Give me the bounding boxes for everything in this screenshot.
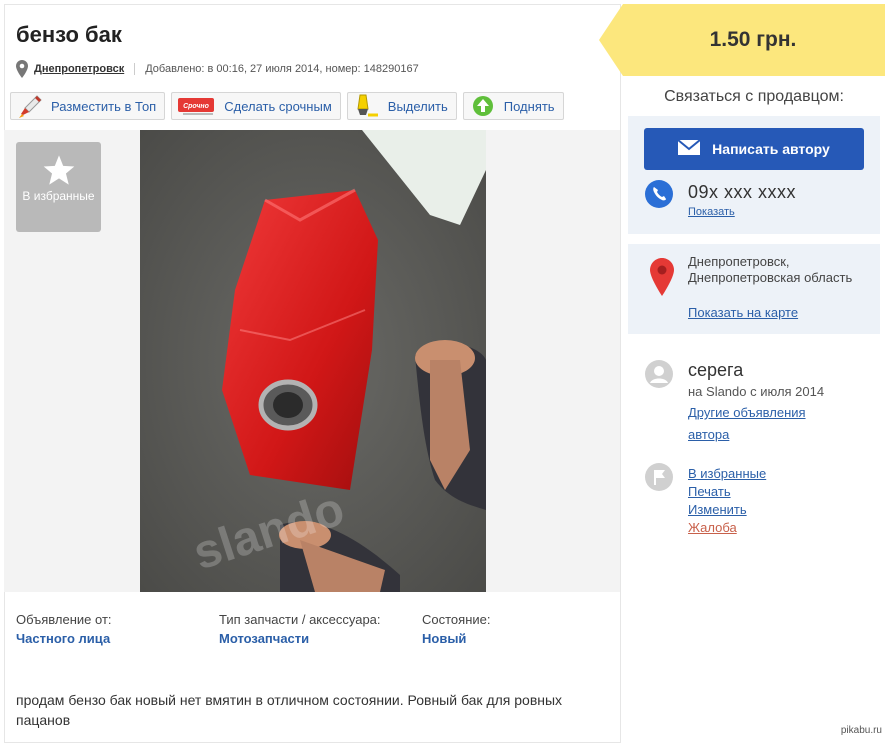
rocket-icon [15,93,45,119]
listing-title: бензо бак [16,22,122,47]
detail-value[interactable]: Мотозапчасти [219,631,422,646]
phone-icon [645,180,673,208]
raise-arrow-icon [468,93,498,119]
seller-since: на Slando с июля 2014 [688,384,825,399]
detail-value[interactable]: Частного лица [16,631,219,646]
highlight-label: Выделить [387,98,448,114]
place-top-label: Разместить в Топ [51,98,157,114]
seller-other-ads-label: Другие объявления автора [688,405,806,442]
listing-description: продам бензо бак новый нет вмятин в отли… [16,692,563,728]
price: 1.50 грн. [709,28,797,51]
message-author-label: Написать автору [712,141,830,157]
report-link[interactable]: Жалоба [688,519,766,537]
map-pin-icon [650,258,674,296]
detail-condition: Состояние: Новый [422,612,625,646]
detail-seller-type: Объявление от: Частного лица [16,612,219,646]
seller-address: Днепропетровск, Днепропетровская область [688,254,853,285]
phone-number: 09x xxx xxxx [688,182,797,202]
make-urgent-button[interactable]: Срочно Сделать срочным [171,92,341,120]
promo-toolbar: Разместить в Топ Срочно Сделать срочным … [10,92,564,120]
highlight-button[interactable]: Выделить [346,92,457,120]
seller-name: серега [688,360,744,380]
place-top-button[interactable]: Разместить в Топ [10,92,166,120]
urgent-badge-text: Срочно [183,103,210,110]
user-avatar-icon [645,360,673,388]
show-phone-link[interactable]: Показать [688,206,735,218]
divider [134,63,136,75]
contact-heading: Связаться с продавцом: [664,88,844,105]
detail-value[interactable]: Новый [422,631,625,646]
seller-other-ads-link[interactable]: Другие объявления автора [688,402,838,446]
detail-part-type: Тип запчасти / аксессуара: Мотозапчасти [219,612,422,646]
added-info: Добавлено: в 00:16, 27 июля 2014, номер:… [145,63,419,75]
envelope-icon [677,139,701,158]
flag-icon [645,463,673,491]
photo-gallery: slando В избранные [4,130,620,592]
raise-label: Поднять [503,98,555,114]
detail-label: Состояние: [422,612,491,627]
add-to-favorites-button[interactable]: В избранные [16,142,101,232]
make-urgent-label: Сделать срочным [224,98,332,114]
listing-details: Объявление от: Частного лица Тип запчаст… [16,612,625,646]
add-to-favorites-label: В избранные [22,189,95,203]
site-watermark: pikabu.ru [837,724,885,737]
show-on-map-link[interactable]: Показать на карте [688,305,798,320]
message-author-button[interactable]: Написать автору [644,128,864,170]
listing-photo[interactable]: slando [140,130,486,592]
location-pin-icon [16,60,28,78]
listing-actions: В избранные Печать Изменить Жалоба [688,465,766,537]
add-to-favorites-link[interactable]: В избранные [688,465,766,483]
city-link[interactable]: Днепропетровск [34,63,124,75]
listing-meta: Днепропетровск Добавлено: в 00:16, 27 ию… [16,60,419,78]
urgent-badge-icon: Срочно [176,93,218,119]
detail-label: Тип запчасти / аксессуара: [219,612,381,627]
raise-button[interactable]: Поднять [462,92,564,120]
detail-label: Объявление от: [16,612,112,627]
star-icon [16,154,101,189]
marker-icon [352,93,382,119]
edit-link[interactable]: Изменить [688,501,766,519]
print-link[interactable]: Печать [688,483,766,501]
